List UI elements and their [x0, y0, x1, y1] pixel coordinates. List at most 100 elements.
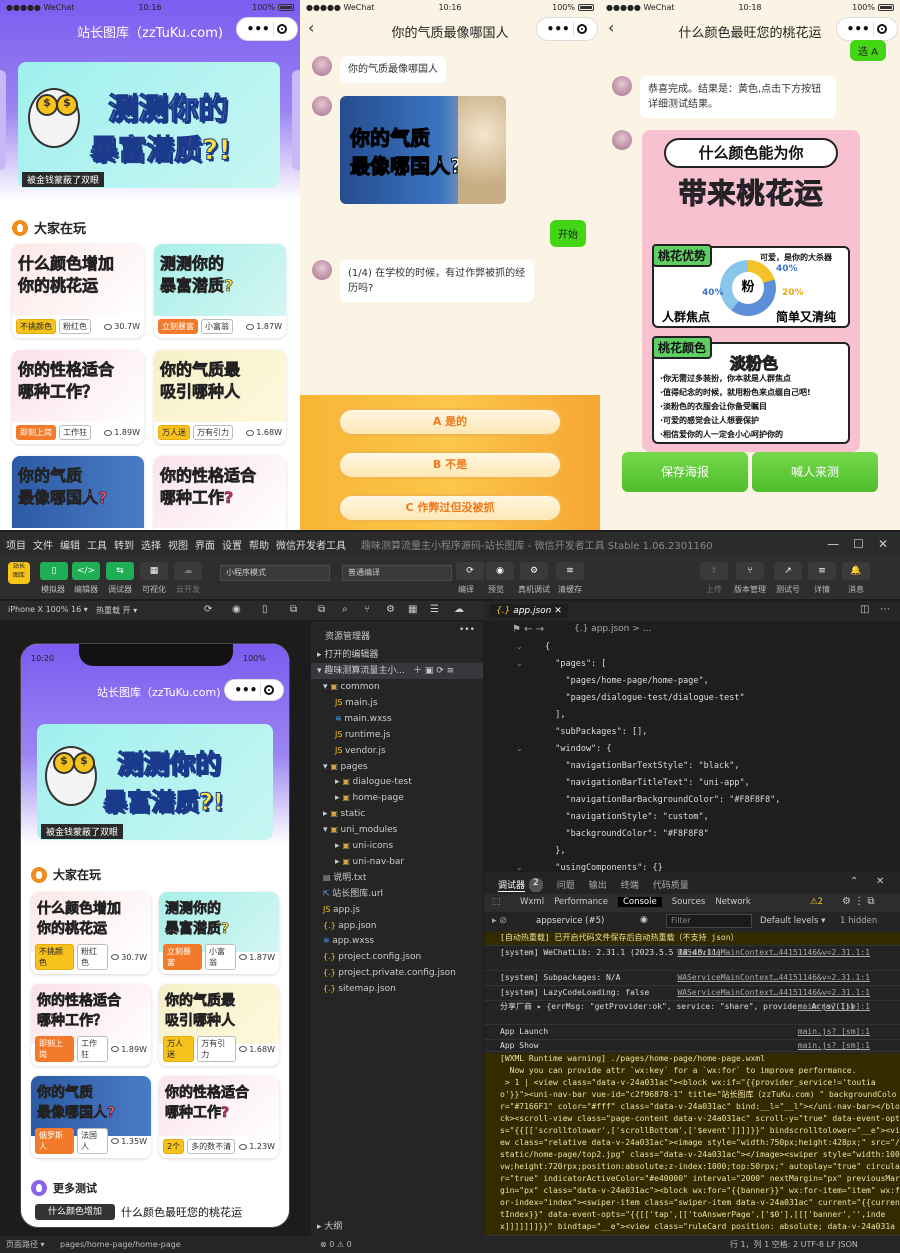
menu-item[interactable]: 文件 [33, 537, 53, 552]
game-card[interactable]: 你的性格适合 哪种工作？ 即刻上岗 工作狂 1.89W [12, 350, 144, 444]
close-mini-icon[interactable] [577, 24, 588, 34]
compile-icon[interactable]: ⟳ [456, 562, 484, 580]
console-clear-icon[interactable]: ▸ ⊘ [492, 916, 507, 926]
details-icon[interactable]: ≡ [808, 562, 836, 580]
source-link[interactable]: main.js? [sm]:1 [798, 1001, 870, 1013]
game-card[interactable]: 你的气质最 吸引哪种人 万人迷 万有引力 1.68W [159, 984, 279, 1066]
tree-item[interactable]: ⇱ 站长图库.url [323, 886, 483, 902]
open-editors[interactable]: ▸ 打开的编辑器 [311, 647, 483, 663]
context-select[interactable]: appservice (#5) [536, 916, 604, 926]
tree-item[interactable]: JS main.js [335, 695, 483, 711]
close-mini-icon[interactable] [263, 685, 274, 695]
code-line[interactable]: "pages/dialogue-test/dialogue-test" [545, 693, 744, 703]
simulator-toggle[interactable]: ▯ [40, 562, 68, 580]
code-line[interactable]: "navigationBarBackgroundColor": "#F8F8F8… [545, 795, 780, 805]
sim-more-thumb[interactable]: 什么颜色增加 [35, 1204, 115, 1220]
invite-button[interactable]: 喊人来测 [752, 452, 878, 492]
project-root[interactable]: ▾ 趣味测算流量主小... ＋ ▣ ⟳ ≡ [311, 663, 483, 679]
tree-item[interactable]: {.} project.private.config.json [323, 965, 483, 981]
maximize-icon[interactable]: ☐ [853, 537, 864, 551]
game-card[interactable]: 你的气质 最像哪国人? [12, 456, 144, 530]
tree-item[interactable]: {.} sitemap.json [323, 981, 483, 997]
code-line[interactable]: "navigationBarTextStyle": "black", [545, 761, 739, 771]
avatar[interactable]: 站长 图库 [8, 562, 30, 584]
debug-tab[interactable]: 输出 [589, 878, 607, 892]
debugger-toggle[interactable]: ⇆ [106, 562, 134, 580]
debug-device-icon[interactable]: ⚙ [520, 562, 548, 580]
tree-item[interactable]: {.} project.config.json [323, 949, 483, 965]
code-line[interactable]: "pages/home-page/home-page", [545, 676, 708, 686]
console-tab[interactable]: Wxml [520, 897, 544, 907]
menu-item[interactable]: 视图 [168, 537, 188, 552]
files-icon[interactable]: ⧉ [318, 604, 325, 615]
preview-icon[interactable]: ◉ [486, 562, 514, 580]
source-link[interactable]: WAServiceMainContext…44151146&v=2.31.1:1 [677, 972, 870, 984]
debug-tab[interactable]: 代码质量 [653, 878, 689, 892]
tree-item[interactable]: ▸ ▣ dialogue-test [335, 774, 483, 790]
menu-item[interactable]: 设置 [222, 537, 242, 552]
tree-item[interactable]: ▸ ▣ home-page [335, 790, 483, 806]
hot-reload-select[interactable]: 热重载 开 ▾ [96, 605, 137, 616]
outline-section[interactable]: ▸ 大纲 [311, 1219, 483, 1235]
game-card[interactable]: 你的性格适合 哪种工作？ 即刻上岗 工作狂 1.89W [31, 984, 151, 1066]
tree-item[interactable]: ▸ ▣ static [323, 806, 483, 822]
tree-item[interactable]: ▾ ▣ pages [323, 759, 483, 775]
code-line[interactable]: { [545, 642, 550, 652]
save-poster-button[interactable]: 保存海报 [622, 452, 748, 492]
console-tab[interactable]: Performance [554, 897, 608, 907]
compile-select[interactable]: 普通编译 [342, 565, 452, 581]
menu-item[interactable]: 界面 [195, 537, 215, 552]
console-tab[interactable]: Console [617, 897, 662, 907]
tree-item[interactable]: ≋ app.wxss [323, 933, 483, 949]
fold-chevron-icon[interactable]: ⌄ [516, 863, 523, 872]
capsule-menu[interactable]: ••• [536, 17, 598, 41]
stop-icon[interactable]: ◉ [232, 604, 241, 615]
device-select[interactable]: iPhone X 100% 16 ▾ [8, 605, 88, 614]
tab-app-json[interactable]: {.} app.json ✕ [490, 604, 568, 618]
close-mini-icon[interactable] [877, 24, 888, 34]
tree-item[interactable]: ▸ ▣ uni-icons [335, 838, 483, 854]
console-tab[interactable]: Network [715, 897, 751, 907]
option-a-button[interactable]: A 是的 [338, 408, 562, 436]
more-icon[interactable]: ••• [234, 683, 257, 697]
more-icon[interactable]: ••• [847, 22, 870, 36]
fold-chevron-icon[interactable]: ⌄ [516, 642, 523, 651]
tree-item[interactable]: ▾ ▣ uni_modules [323, 822, 483, 838]
upload-icon[interactable]: ⇪ [700, 562, 728, 580]
warning-count[interactable]: ⚠2 [810, 897, 823, 907]
fold-chevron-icon[interactable]: ⌄ [516, 744, 523, 753]
tree-item[interactable]: JS vendor.js [335, 743, 483, 759]
code-line[interactable]: "pages": [ [545, 659, 606, 669]
extensions-icon[interactable]: ▦ [408, 604, 417, 615]
menu-item[interactable]: 工具 [87, 537, 107, 552]
sim-banner[interactable]: 测测你的 暴富潜质?! 被金钱蒙蔽了双眼 [37, 724, 273, 840]
tree-item[interactable]: {.} app.json [323, 918, 483, 934]
cloud-toggle[interactable]: ☁ [174, 562, 202, 580]
game-card[interactable]: 你的气质最 吸引哪种人 万人迷 万有引力 1.68W [154, 350, 286, 444]
eye-icon[interactable]: ◉ [640, 915, 648, 925]
menu-item[interactable]: 选择 [141, 537, 161, 552]
mode-select[interactable]: 小程序模式 [220, 565, 330, 581]
collapse-icon[interactable]: ⌃ [850, 876, 858, 887]
tree-item[interactable]: ▾ ▣ common [323, 679, 483, 695]
console-tab[interactable]: Sources [672, 897, 706, 907]
cloud-icon[interactable]: ☁ [454, 604, 464, 615]
split-icon[interactable]: ◫ [860, 604, 869, 615]
code-line[interactable]: "navigationBarTitleText": "uni-app", [545, 778, 749, 788]
debug-tab[interactable]: 问题 [557, 878, 575, 892]
git-icon[interactable]: ⑂ [364, 604, 370, 615]
clear-cache-icon[interactable]: ≋ [556, 562, 584, 580]
tree-item[interactable]: JS app.js [323, 902, 483, 918]
game-card[interactable]: 你的性格适合 哪种工作? 2个 多的数不清 1.23W [159, 1076, 279, 1158]
minimize-icon[interactable]: — [827, 537, 839, 551]
game-card[interactable]: 什么颜色增加 你的桃花运 不挑颜色 粉红色 30.7W [31, 892, 151, 974]
source-link[interactable]: WAServiceMainContext…44151146&v=2.31.1:1 [677, 987, 870, 999]
more-icon[interactable]: ••• [547, 22, 570, 36]
close-panel-icon[interactable]: ✕ [876, 876, 884, 887]
popout-icon[interactable]: ⧉ [290, 604, 297, 615]
home-banner[interactable]: 测测你的 暴富潜质?! 被金钱蒙蔽了双眼 [18, 62, 280, 188]
capsule-menu[interactable]: ••• [236, 17, 298, 41]
game-card[interactable]: 测测你的 暴富潜质? 立刻暴富 小富翁 1.87W [154, 244, 286, 338]
version-icon[interactable]: ⑂ [736, 562, 764, 580]
source-link[interactable]: main.js? [sm]:1 [798, 1026, 870, 1038]
